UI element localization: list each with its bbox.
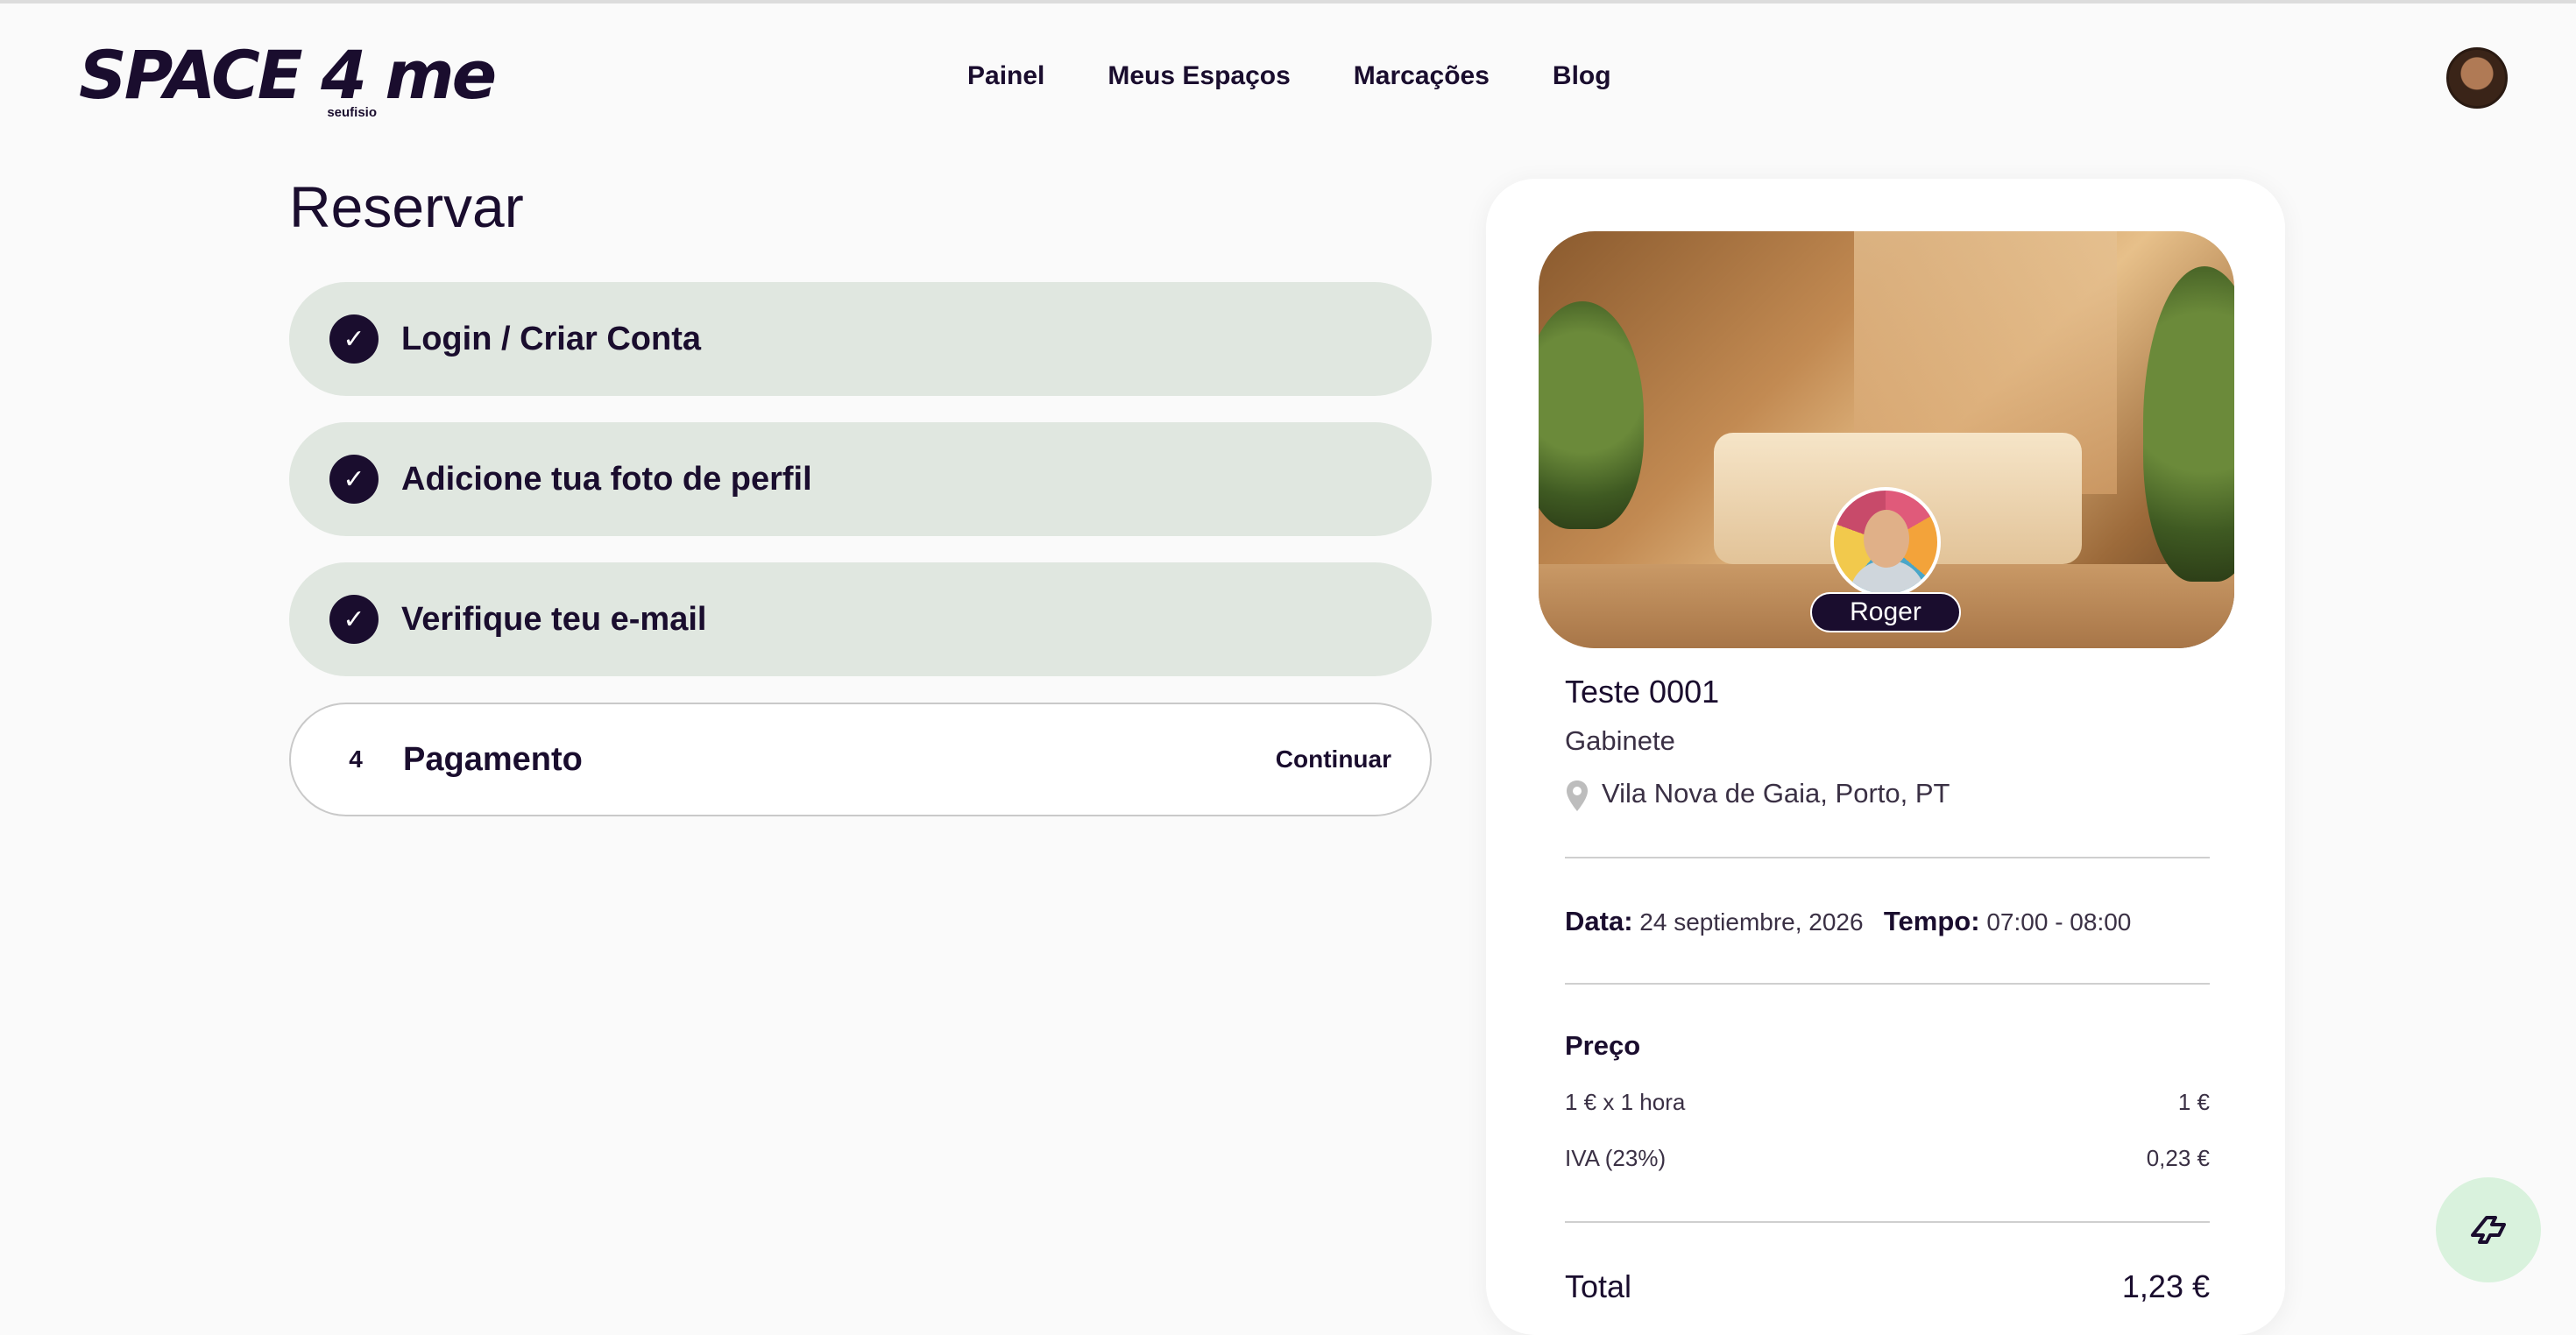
step-payment[interactable]: 4 Pagamento Continuar xyxy=(289,703,1432,816)
page-title: Reservar xyxy=(289,174,524,239)
total-value: 1,23 € xyxy=(2121,1268,2210,1304)
space-type: Gabinete xyxy=(1565,725,1675,756)
space4me-logo[interactable]: SPACE 4 me seufisio xyxy=(79,35,497,123)
continue-button[interactable]: Continuar xyxy=(1276,745,1391,773)
price-line-vat: IVA (23%) 0,23 € xyxy=(1565,1142,2210,1174)
price-line-value: 1 € xyxy=(2177,1089,2210,1115)
check-icon: ✓ xyxy=(329,595,379,644)
step-label: Pagamento xyxy=(403,740,583,778)
divider xyxy=(1565,857,2210,858)
host-name-badge: Roger xyxy=(1810,592,1961,632)
divider xyxy=(1565,1221,2210,1223)
date-time-row: Data: 24 septiembre, 2026 Tempo: 07:00 -… xyxy=(1565,904,2131,940)
host-avatar[interactable] xyxy=(1830,487,1941,597)
space-name: Teste 0001 xyxy=(1565,674,1720,710)
step-verify-email[interactable]: ✓ Verifique teu e-mail xyxy=(289,562,1432,676)
divider xyxy=(1565,983,2210,985)
time-value: 07:00 - 08:00 xyxy=(1986,908,2132,936)
price-line-label: 1 € x 1 hora xyxy=(1565,1089,1686,1115)
step-profile-photo[interactable]: ✓ Adicione tua foto de perfil xyxy=(289,422,1432,536)
total-row: Total 1,23 € xyxy=(1565,1267,2210,1307)
chat-fab-button[interactable] xyxy=(2436,1177,2541,1282)
nav-item-painel[interactable]: Painel xyxy=(967,58,1044,95)
host-avatar-face xyxy=(1864,510,1909,568)
price-line-value: 0,23 € xyxy=(2146,1145,2210,1171)
step-label: Login / Criar Conta xyxy=(401,320,701,357)
logo-subtext: seufisio xyxy=(327,105,377,120)
step-number: 4 xyxy=(349,745,363,773)
step-label: Adicione tua foto de perfil xyxy=(401,460,812,498)
photo-plant xyxy=(2143,266,2234,582)
space-location: Vila Nova de Gaia, Porto, PT xyxy=(1602,778,1950,809)
step-login[interactable]: ✓ Login / Criar Conta xyxy=(289,282,1432,396)
time-label: Tempo: xyxy=(1883,906,1980,936)
price-line-label: IVA (23%) xyxy=(1565,1145,1667,1171)
booking-summary-card: Roger Teste 0001 Gabinete Vila Nova de G… xyxy=(1486,179,2285,1335)
user-avatar[interactable] xyxy=(2446,47,2508,109)
logo-wordmark: SPACE 4 me xyxy=(79,36,497,114)
date-value: 24 septiembre, 2026 xyxy=(1639,908,1864,936)
brand-mark-icon xyxy=(2471,1216,2506,1244)
nav-item-meus-espacos[interactable]: Meus Espaços xyxy=(1108,58,1290,95)
date-label: Data: xyxy=(1565,906,1633,936)
price-title: Preço xyxy=(1565,1030,1641,1061)
total-label: Total xyxy=(1565,1268,1632,1304)
nav-item-marcacoes[interactable]: Marcações xyxy=(1354,58,1490,95)
photo-plant xyxy=(1539,301,1644,529)
check-icon: ✓ xyxy=(329,314,379,364)
space-photo: Roger xyxy=(1539,231,2234,648)
step-label: Verifique teu e-mail xyxy=(401,600,707,638)
nav-item-blog[interactable]: Blog xyxy=(1553,58,1611,95)
check-icon: ✓ xyxy=(329,455,379,504)
main-nav: Painel Meus Espaços Marcações Blog xyxy=(967,58,1611,95)
location-pin-icon xyxy=(1567,781,1588,811)
price-line-base: 1 € x 1 hora 1 € xyxy=(1565,1086,2210,1118)
window-top-border xyxy=(0,0,2576,4)
